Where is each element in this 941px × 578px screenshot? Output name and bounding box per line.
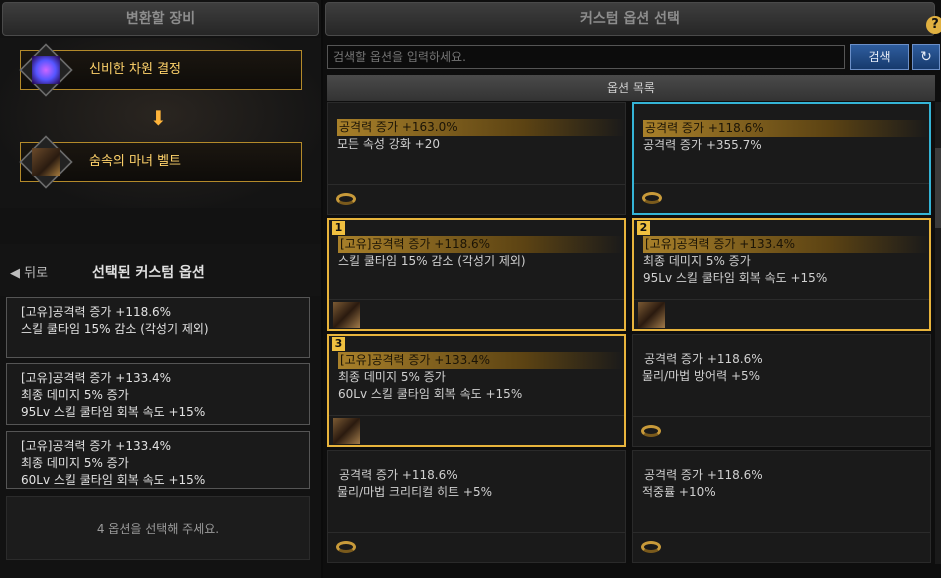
option-line: 물리/마법 방어력 +5%: [642, 369, 761, 383]
empty-option-slot: 4 옵션을 선택해 주세요.: [6, 496, 310, 560]
option-card-footer: [634, 183, 929, 213]
dimension-crystal-icon: [19, 43, 73, 97]
back-button[interactable]: ◀ 뒤로: [10, 262, 48, 281]
target-item-slot[interactable]: 숨속의 마녀 벨트: [19, 135, 302, 189]
selected-options-title: 선택된 커스텀 옵션: [92, 265, 205, 281]
option-card[interactable]: 공격력 증가 +163.0% 모든 속성 강화 +20: [327, 102, 626, 215]
option-line: 공격력 증가 +118.6%: [644, 468, 763, 482]
option-card-footer: [328, 532, 625, 562]
option-line: [고유]공격력 증가 +133.4%: [21, 371, 172, 385]
option-text: 공격력 증가 +118.6% 공격력 증가 +355.7%: [643, 120, 929, 154]
option-card-footer: [634, 299, 929, 329]
option-line: 스킬 쿨타임 15% 감소 (각성기 제외): [21, 322, 209, 336]
custom-option-panel: 커스텀 옵션 선택 ? 검색 ↻ 옵션 목록 공격력 증가 +163.0%모든 …: [323, 0, 941, 578]
option-line: 공격력 증가 +118.6%: [644, 352, 763, 366]
option-card[interactable]: 3 [고유]공격력 증가 +133.4% 최종 데미지 5% 증가 60Lv 스킬 쿨…: [327, 334, 626, 447]
ring-icon: [642, 192, 662, 204]
selected-option-1[interactable]: [고유]공격력 증가 +118.6% 스킬 쿨타임 15% 감소 (각성기 제외…: [6, 297, 310, 358]
option-line: 최종 데미지 5% 증가: [643, 254, 751, 268]
option-card[interactable]: 공격력 증가 +118.6% 물리/마법 방어력 +5%: [632, 334, 931, 447]
option-card-footer: [329, 299, 624, 329]
option-card-footer: [328, 184, 625, 214]
option-line: [고유]공격력 증가 +133.4%: [643, 236, 929, 253]
source-item-label: 신비한 차원 결정: [89, 62, 181, 77]
option-card[interactable]: 1 [고유]공격력 증가 +118.6% 스킬 쿨타임 15% 감소 (각성기 제외…: [327, 218, 626, 331]
option-search-input[interactable]: [327, 45, 845, 69]
selected-option-2[interactable]: [고유]공격력 증가 +133.4% 최종 데미지 5% 증가 95Lv 스킬 …: [6, 363, 310, 425]
custom-option-title: 커스텀 옵션 선택: [325, 2, 935, 36]
belt-icon: [638, 302, 665, 328]
option-line: 60Lv 스킬 쿨타임 회복 속도 +15%: [21, 473, 206, 487]
belt-icon: [333, 302, 360, 328]
belt-icon: [19, 135, 73, 189]
selection-order-badge: 3: [332, 337, 345, 351]
option-text: 공격력 증가 +163.0% 모든 속성 강화 +20: [337, 119, 625, 153]
option-line: 모든 속성 강화 +20: [337, 137, 441, 151]
option-line: [고유]공격력 증가 +118.6%: [21, 305, 172, 319]
option-line: 60Lv 스킬 쿨타임 회복 속도 +15%: [338, 387, 523, 401]
option-line: 95Lv 스킬 쿨타임 회복 속도 +15%: [21, 405, 206, 419]
option-line: 스킬 쿨타임 15% 감소 (각성기 제외): [338, 254, 526, 268]
option-text: [고유]공격력 증가 +118.6% 스킬 쿨타임 15% 감소 (각성기 제외): [338, 236, 624, 270]
option-list-header: 옵션 목록: [327, 75, 935, 101]
option-line: [고유]공격력 증가 +133.4%: [21, 439, 172, 453]
ring-icon: [336, 541, 356, 553]
option-card[interactable]: 공격력 증가 +118.6% 공격력 증가 +355.7%: [632, 102, 931, 215]
option-card[interactable]: 2 [고유]공격력 증가 +133.4% 최종 데미지 5% 증가 95Lv 스킬 쿨…: [632, 218, 931, 331]
option-line: 공격력 증가 +118.6%: [339, 468, 458, 482]
conversion-panel: 변환할 장비 신비한 차원 결정 ⬇ 숨속의 마녀 벨트 ◀ 뒤로 선택된 커스…: [0, 0, 321, 578]
option-line: 적중률 +10%: [642, 485, 716, 499]
refresh-icon[interactable]: ↻: [912, 44, 940, 70]
option-card[interactable]: 공격력 증가 +118.6% 적중률 +10%: [632, 450, 931, 563]
selection-order-badge: 2: [637, 221, 650, 235]
belt-icon: [333, 418, 360, 444]
search-button[interactable]: 검색: [850, 44, 909, 70]
selection-order-badge: 1: [332, 221, 345, 235]
scrollbar-thumb[interactable]: [935, 148, 941, 228]
option-line: 최종 데미지 5% 증가: [21, 388, 129, 402]
help-icon[interactable]: ?: [926, 16, 941, 34]
option-card-footer: [329, 415, 624, 445]
option-text: 공격력 증가 +118.6% 적중률 +10%: [642, 467, 924, 501]
option-line: [고유]공격력 증가 +133.4%: [338, 352, 624, 369]
option-line: 공격력 증가 +118.6%: [643, 120, 929, 137]
option-text: [고유]공격력 증가 +133.4% 최종 데미지 5% 증가 60Lv 스킬 쿨타…: [338, 352, 624, 403]
option-card-footer: [633, 532, 930, 562]
option-line: 공격력 증가 +163.0%: [337, 119, 625, 136]
option-line: 공격력 증가 +355.7%: [643, 138, 762, 152]
option-line: 95Lv 스킬 쿨타임 회복 속도 +15%: [643, 271, 828, 285]
option-line: 최종 데미지 5% 증가: [338, 370, 446, 384]
option-text: [고유]공격력 증가 +133.4% 최종 데미지 5% 증가 95Lv 스킬 쿨타…: [643, 236, 929, 287]
target-item-label: 숨속의 마녀 벨트: [89, 154, 181, 169]
option-text: 공격력 증가 +118.6% 물리/마법 방어력 +5%: [642, 351, 924, 385]
arrow-down-icon: ⬇: [150, 106, 167, 130]
selected-options-header: ◀ 뒤로 선택된 커스텀 옵션: [0, 244, 321, 296]
ring-icon: [336, 193, 356, 205]
option-text: 공격력 증가 +118.6% 물리/마법 크리티컬 히트 +5%: [337, 467, 619, 501]
ring-icon: [641, 541, 661, 553]
conversion-panel-title: 변환할 장비: [2, 2, 319, 36]
selected-option-3[interactable]: [고유]공격력 증가 +133.4% 최종 데미지 5% 증가 60Lv 스킬 …: [6, 431, 310, 489]
source-item-slot[interactable]: 신비한 차원 결정: [19, 43, 302, 97]
option-card-footer: [633, 416, 930, 446]
option-line: 물리/마법 크리티컬 히트 +5%: [337, 485, 492, 499]
ring-icon: [641, 425, 661, 437]
option-card[interactable]: 공격력 증가 +118.6% 물리/마법 크리티컬 히트 +5%: [327, 450, 626, 563]
equipment-area: 신비한 차원 결정 ⬇ 숨속의 마녀 벨트: [0, 38, 321, 208]
option-line: 최종 데미지 5% 증가: [21, 456, 129, 470]
option-line: [고유]공격력 증가 +118.6%: [338, 236, 624, 253]
